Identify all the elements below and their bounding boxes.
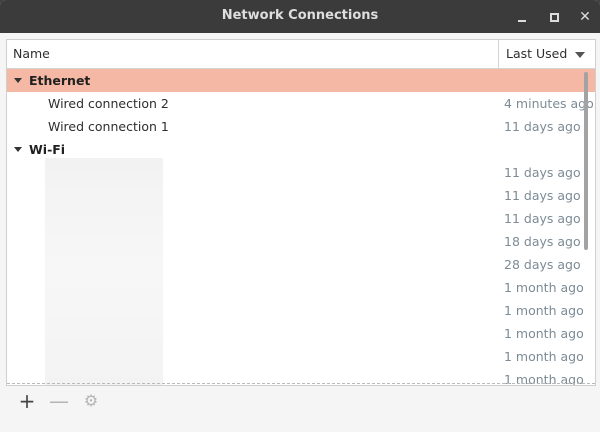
connection-last-used: 1 month ago bbox=[504, 349, 584, 364]
column-header-last-used[interactable]: Last Used bbox=[506, 46, 567, 61]
add-connection-button[interactable]: + bbox=[16, 390, 38, 412]
connection-last-used: 1 month ago bbox=[504, 280, 584, 295]
connection-last-used: 28 days ago bbox=[504, 257, 581, 272]
column-separator[interactable] bbox=[498, 40, 499, 68]
connection-last-used: 18 days ago bbox=[504, 234, 581, 249]
group-row-wi-fi[interactable]: Wi-Fi bbox=[7, 138, 595, 161]
titlebar: Network Connections ✕ bbox=[0, 0, 600, 33]
list-bottom-divider bbox=[7, 383, 595, 384]
connections-list: Name Last Used Ethernet Wired connection … bbox=[6, 39, 596, 386]
connection-last-used: 11 days ago bbox=[504, 211, 581, 226]
connection-last-used: 11 days ago bbox=[504, 119, 581, 134]
expander-triangle-icon[interactable] bbox=[14, 147, 22, 152]
connection-last-used: 11 days ago bbox=[504, 188, 581, 203]
connection-row[interactable]: 1 month ago bbox=[7, 345, 595, 368]
connection-row[interactable]: 11 days ago bbox=[7, 184, 595, 207]
connection-last-used: 11 days ago bbox=[504, 165, 581, 180]
maximize-button[interactable] bbox=[544, 7, 564, 27]
vertical-scrollbar[interactable] bbox=[584, 72, 588, 250]
connection-row[interactable]: Wired connection 2 4 minutes ago bbox=[7, 92, 595, 115]
connection-row[interactable]: 28 days ago bbox=[7, 253, 595, 276]
edit-connection-button[interactable]: ⚙ bbox=[80, 390, 102, 412]
connection-row[interactable]: 11 days ago bbox=[7, 207, 595, 230]
column-header-name[interactable]: Name bbox=[13, 46, 50, 61]
network-connections-window: Network Connections ✕ Name Last Used Eth… bbox=[0, 0, 600, 432]
close-button[interactable]: ✕ bbox=[575, 7, 595, 27]
connection-row[interactable]: 1 month ago bbox=[7, 276, 595, 299]
connection-row[interactable]: 1 month ago bbox=[7, 322, 595, 345]
group-row-ethernet[interactable]: Ethernet bbox=[7, 69, 595, 92]
connection-row[interactable]: 1 month ago bbox=[7, 299, 595, 322]
list-header: Name Last Used bbox=[7, 40, 595, 69]
connection-last-used: 1 month ago bbox=[504, 303, 584, 318]
connection-last-used: 4 minutes ago bbox=[504, 96, 594, 111]
group-label: Wi-Fi bbox=[29, 142, 66, 157]
connection-name: Wired connection 2 bbox=[48, 96, 169, 111]
connection-last-used: 1 month ago bbox=[504, 326, 584, 341]
sort-descending-icon[interactable] bbox=[575, 52, 585, 58]
connection-row[interactable]: 11 days ago bbox=[7, 161, 595, 184]
bottom-toolbar: + — ⚙ bbox=[0, 390, 600, 422]
connection-name: Wired connection 1 bbox=[48, 119, 169, 134]
connection-row[interactable]: Wired connection 1 11 days ago bbox=[7, 115, 595, 138]
expander-triangle-icon[interactable] bbox=[14, 78, 22, 83]
remove-connection-button[interactable]: — bbox=[48, 390, 70, 412]
connection-row[interactable]: 18 days ago bbox=[7, 230, 595, 253]
minimize-button[interactable] bbox=[512, 7, 532, 27]
group-label: Ethernet bbox=[29, 73, 91, 88]
window-title: Network Connections bbox=[221, 8, 379, 23]
